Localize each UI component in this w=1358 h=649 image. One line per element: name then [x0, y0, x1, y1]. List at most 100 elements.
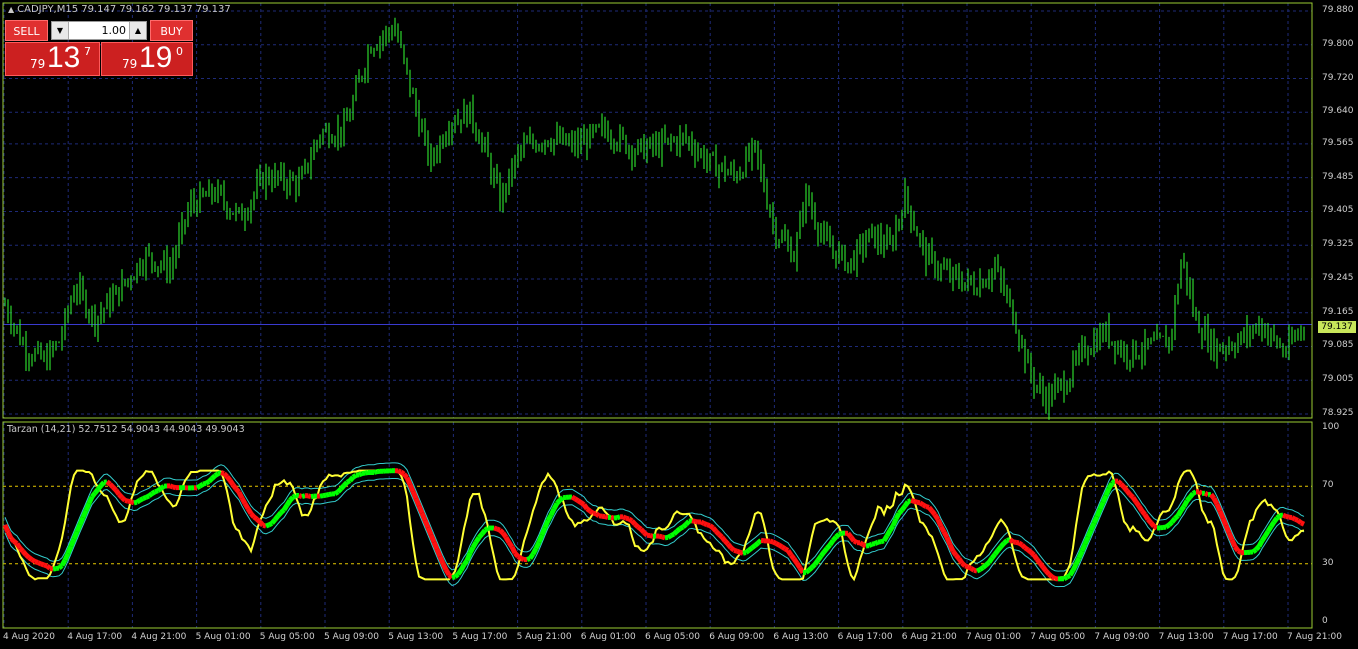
indicator-trend-segment: [464, 552, 473, 562]
indicator-trend-segment: [750, 543, 757, 550]
indicator-trend-segment: [1285, 513, 1290, 520]
price-axis-label: 79.485: [1322, 171, 1354, 182]
lot-size-value[interactable]: 1.00: [102, 24, 127, 37]
indicator-trend-segment: [576, 498, 583, 505]
indicator-trend-segment: [1236, 548, 1243, 555]
indicator-trend-segment: [1232, 545, 1241, 553]
indicator-trend-segment: [364, 470, 369, 476]
indicator-trend-segment: [834, 532, 841, 539]
indicator-trend-segment: [1035, 557, 1042, 565]
sell-button[interactable]: SELL: [5, 20, 48, 41]
indicator-trend-segment: [539, 526, 548, 536]
indicator-trend-segment: [1229, 538, 1238, 548]
indicator-trend-segment: [288, 495, 295, 503]
indicator-trend-segment: [769, 538, 774, 545]
indicator-trend-segment: [71, 530, 80, 540]
indicator-trend-segment: [434, 548, 443, 558]
ask-price-button[interactable]: 79 19 0: [101, 41, 193, 76]
indicator-trend-segment: [756, 538, 763, 545]
indicator-trend-segment: [579, 500, 586, 507]
indicator-trend-segment: [120, 495, 127, 503]
lot-size-stepper[interactable]: ▼ 1.00 ▲: [51, 21, 147, 40]
indicator-trend-segment: [950, 549, 959, 557]
indicator-trend-segment: [899, 504, 908, 512]
indicator-pane-frame: [2, 421, 1313, 629]
indicator-trend-segment: [913, 498, 918, 505]
time-axis-label: 7 Aug 17:00: [1222, 632, 1278, 642]
indicator-trend-segment: [944, 536, 953, 546]
indicator-trend-segment: [443, 568, 452, 577]
buy-button[interactable]: BUY: [150, 20, 193, 41]
price-axis-label: 79.880: [1322, 5, 1354, 15]
indicator-trend-segment: [1002, 538, 1009, 546]
indicator-trend-segment: [1290, 515, 1297, 522]
indicator-trend-segment: [373, 469, 378, 475]
indicator-trend-segment: [1082, 535, 1091, 546]
indicator-trend-segment: [281, 503, 290, 512]
bid-price-button[interactable]: 79 13 7: [5, 41, 100, 76]
indicator-trend-segment: [99, 480, 106, 488]
indicator-trend-segment: [585, 506, 592, 513]
indicator-trend-segment: [1181, 499, 1190, 508]
indicator-trend-segment: [852, 538, 859, 545]
indicator-trend-segment: [65, 545, 74, 555]
indicator-trend-segment: [935, 518, 944, 528]
time-axis-label: 5 Aug 09:00: [324, 632, 379, 642]
indicator-trend-segment: [666, 533, 673, 540]
indicator-trend-segment: [1191, 489, 1198, 496]
indicator-axis-label: 70: [1322, 480, 1334, 491]
current-price-label: 79.137: [1318, 321, 1356, 333]
decrease-lot-icon[interactable]: ▼: [52, 22, 69, 39]
time-axis-label: 4 Aug 2020: [3, 632, 55, 642]
indicator-trend-segment: [867, 541, 874, 548]
indicator-trend-segment: [1203, 491, 1210, 497]
indicator-trend-segment: [225, 474, 232, 482]
indicator-trend-segment: [708, 523, 715, 530]
time-axis-label: 6 Aug 21:00: [901, 632, 957, 642]
indicator-trend-segment: [742, 550, 747, 556]
time-axis-label: 7 Aug 13:00: [1158, 632, 1214, 642]
indicator-trend-segment: [117, 492, 124, 500]
indicator-trend-segment: [40, 561, 45, 568]
indicator-trend-segment: [1119, 482, 1126, 489]
indicator-trend-segment: [733, 547, 738, 554]
time-axis-label: 4 Aug 21:00: [131, 632, 187, 642]
collapse-triangle-icon[interactable]: ▲: [8, 5, 14, 14]
indicator-trend-segment: [858, 540, 865, 547]
price-axis-label: 79.085: [1322, 340, 1354, 351]
indicator-trend-segment: [884, 529, 893, 538]
indicator-trend-segment: [284, 499, 293, 507]
indicator-trend-segment: [633, 522, 640, 529]
indicator-trend-segment: [1070, 563, 1079, 572]
indicator-trend-segment: [1140, 509, 1147, 517]
indicator-trend-segment: [5, 530, 14, 540]
indicator-trend-segment: [711, 526, 718, 533]
indicator-trend-segment: [555, 498, 562, 506]
indicator-trend-segment: [1271, 516, 1280, 524]
indicator-trend-segment: [252, 515, 259, 522]
time-axis-label: 5 Aug 17:00: [452, 632, 508, 642]
indicator-trend-segment: [753, 541, 760, 548]
indicator-trend-segment: [62, 552, 71, 562]
indicator-trend-segment: [227, 478, 236, 487]
increase-lot-icon[interactable]: ▲: [129, 22, 146, 39]
indicator-trend-segment: [1094, 508, 1103, 518]
indicator-trend-segment: [1062, 574, 1069, 581]
indicator-trend-segment: [831, 535, 838, 543]
indicator-trend-segment: [1209, 492, 1216, 500]
indicator-trend-segment: [536, 533, 545, 544]
indicator-trend-segment: [336, 487, 343, 494]
indicator-trend-segment: [74, 523, 83, 533]
time-axis-label: 7 Aug 01:00: [966, 632, 1021, 642]
indicator-trend-segment: [407, 483, 416, 493]
indicator-trend-segment: [298, 493, 303, 499]
indicator-trend-segment: [37, 560, 42, 567]
indicator-trend-segment: [706, 522, 711, 528]
indicator-trend-segment: [27, 555, 34, 562]
indicator-trend-segment: [1152, 524, 1159, 531]
indicator-trend-segment: [437, 555, 446, 565]
chart-canvas: [2, 2, 1313, 629]
indicator-trend-segment: [964, 563, 969, 570]
indicator-trend-segment: [279, 507, 286, 515]
indicator-trend-segment: [222, 471, 229, 479]
